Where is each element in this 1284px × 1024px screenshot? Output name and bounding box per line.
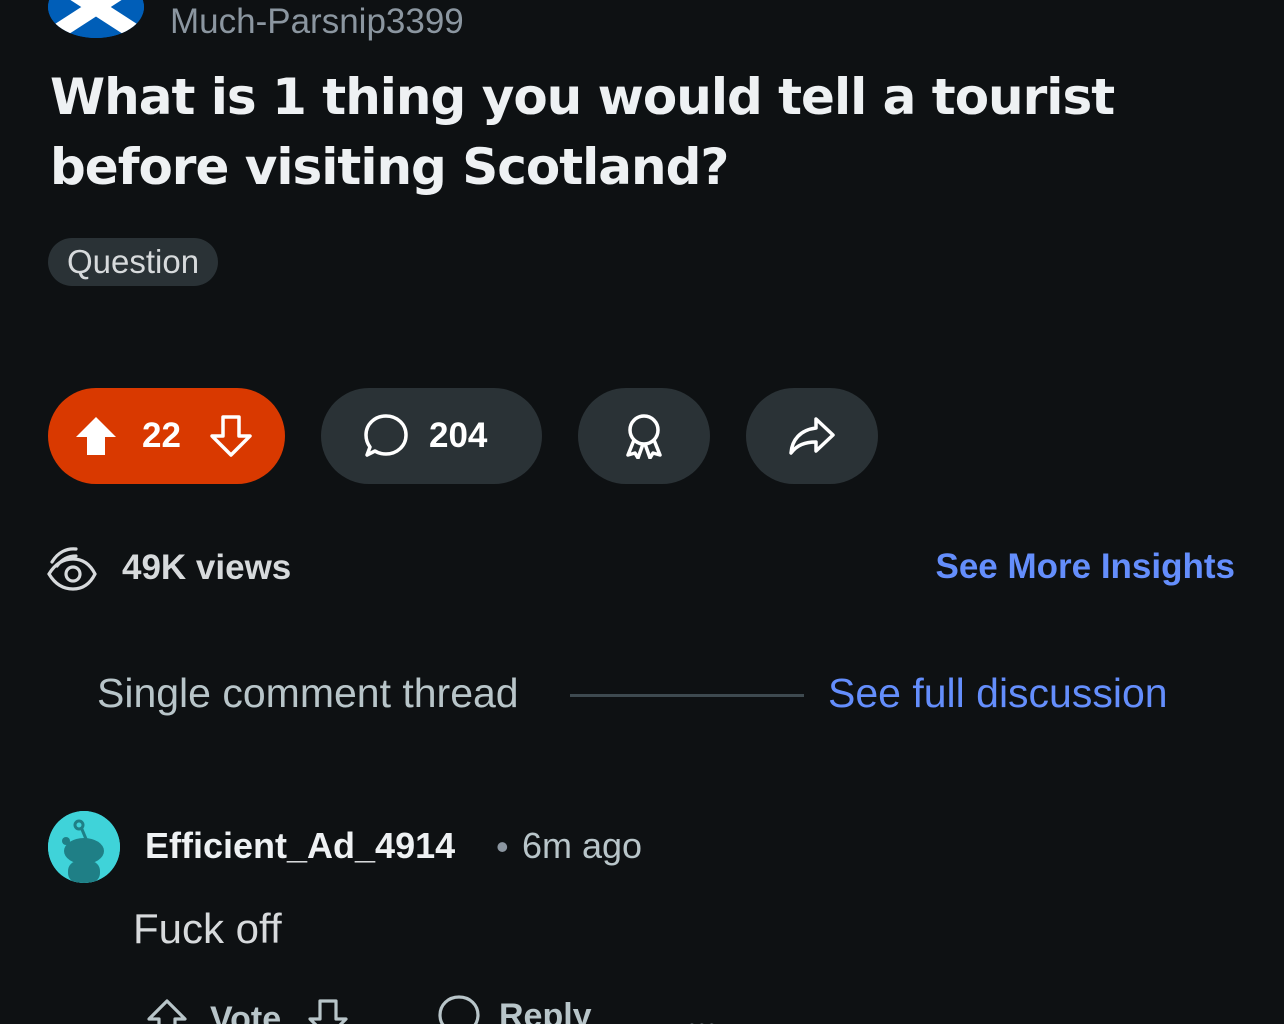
comment-bubble-icon [363,413,409,459]
post-detail-page: Much-Parsnip3399 What is 1 thing you wou… [0,0,1284,1024]
post-author-name[interactable]: Much-Parsnip3399 [170,2,464,42]
subreddit-avatar[interactable] [48,0,144,38]
comment-body: Fuck off [133,905,282,952]
upvote-icon[interactable] [74,415,118,457]
comment-vote-controls: Vote [146,994,349,1024]
view-count: 49K views [122,548,292,587]
vote-pill: 22 [48,388,285,484]
comments-button[interactable]: 204 [321,388,542,484]
thread-divider [570,694,804,697]
downvote-icon[interactable] [209,414,253,458]
comment-more-options[interactable]: ••• [686,1010,718,1024]
share-icon [788,416,836,456]
see-more-insights-link[interactable]: See More Insights [935,547,1235,587]
award-button[interactable] [578,388,710,484]
comment-timestamp: 6m ago [522,825,643,866]
comment-reply-label: Reply [499,996,592,1024]
comment-downvote-icon[interactable] [307,998,349,1024]
upvote-count: 22 [142,416,181,455]
comment-vote-label: Vote [210,999,282,1024]
see-full-discussion-link[interactable]: See full discussion [828,670,1168,717]
comment-count: 204 [429,416,488,455]
share-button[interactable] [746,388,878,484]
award-icon [622,413,666,459]
comment-meta-separator: • [496,826,509,867]
comment-avatar[interactable] [48,811,120,883]
comment-upvote-icon[interactable] [146,998,188,1024]
reply-bubble-icon [437,994,481,1024]
post-title: What is 1 thing you would tell a tourist… [50,68,1115,196]
post-author-row: Much-Parsnip3399 [48,0,464,50]
views-eye-icon [46,544,98,592]
post-flair[interactable]: Question [48,238,219,286]
views-row: 49K views [46,540,291,596]
comment-author-name[interactable]: Efficient_Ad_4914 [145,825,455,867]
comment-reply-button[interactable]: Reply [437,994,592,1024]
single-thread-label: Single comment thread [97,670,519,716]
